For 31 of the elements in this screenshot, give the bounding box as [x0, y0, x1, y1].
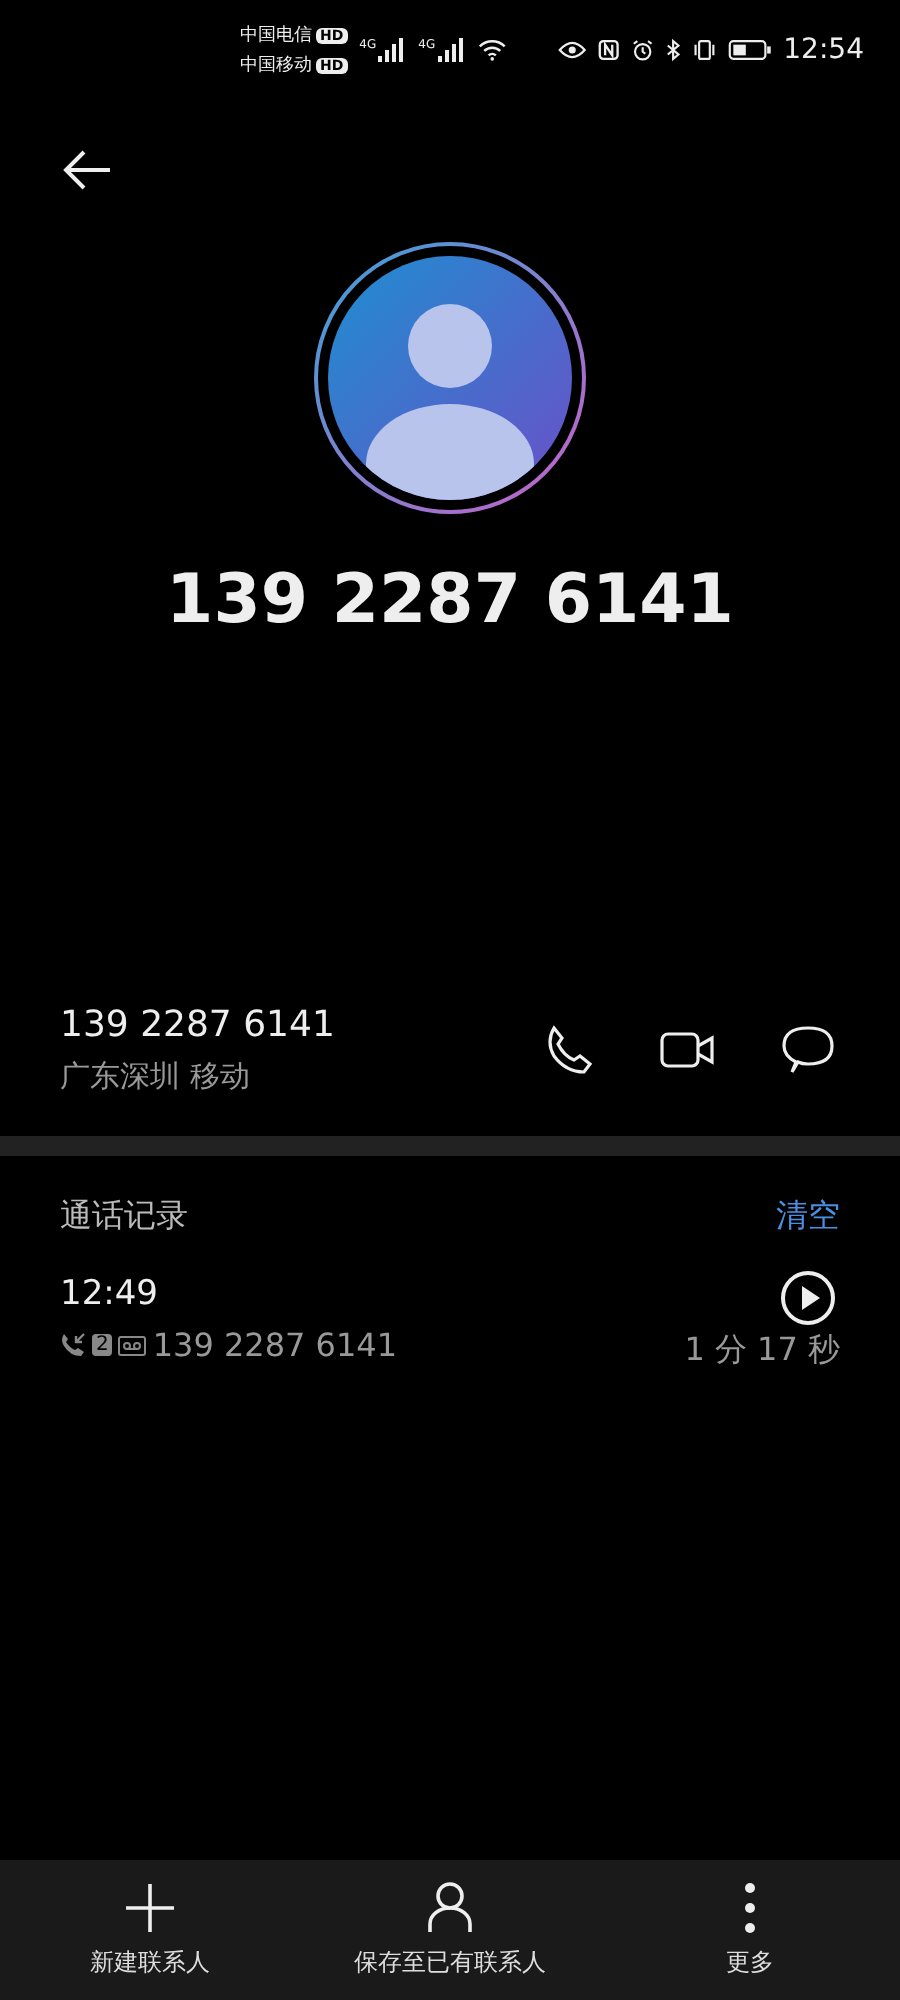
carrier-name: 中国电信 [240, 23, 312, 48]
alarm-icon [632, 38, 654, 62]
voicemail-icon [118, 1335, 147, 1355]
battery-icon [728, 38, 772, 62]
toolbar-button[interactable]: 新建联系人 [0, 1860, 300, 2000]
nfc-icon [598, 38, 620, 62]
call-number: 139 2287 6141 [152, 1326, 398, 1364]
bluetooth-icon [665, 38, 680, 62]
toolbar-button[interactable]: 保存至已有联系人 [300, 1860, 600, 2000]
number-location: 广东深圳 移动 [60, 1058, 252, 1096]
call-time: 12:49 [60, 1274, 160, 1314]
phone-number: 139 2287 6141 [60, 1004, 337, 1046]
toolbar-button[interactable]: 更多 [600, 1860, 900, 2000]
incoming-call-icon [60, 1332, 86, 1358]
signal-icon [437, 38, 466, 62]
sim-badge: 2 [92, 1334, 113, 1356]
signal-icon [378, 38, 407, 62]
more-icon [744, 1881, 756, 1933]
section-title: 通话记录 [60, 1196, 188, 1238]
wifi-icon [477, 38, 506, 62]
plus-icon [124, 1881, 176, 1933]
clear-button[interactable]: 清空 [776, 1196, 840, 1238]
avatar-icon [312, 240, 588, 516]
play-icon[interactable] [776, 1266, 840, 1330]
contact-name: 139 2287 6141 [166, 560, 734, 640]
eye-icon [558, 40, 587, 60]
clock-time: 12:54 [783, 34, 864, 66]
call-duration: 1 分 17 秒 [684, 1330, 840, 1372]
person-icon [426, 1881, 474, 1933]
vibrate-icon [691, 38, 717, 62]
carrier-name: 中国移动 [240, 53, 312, 78]
